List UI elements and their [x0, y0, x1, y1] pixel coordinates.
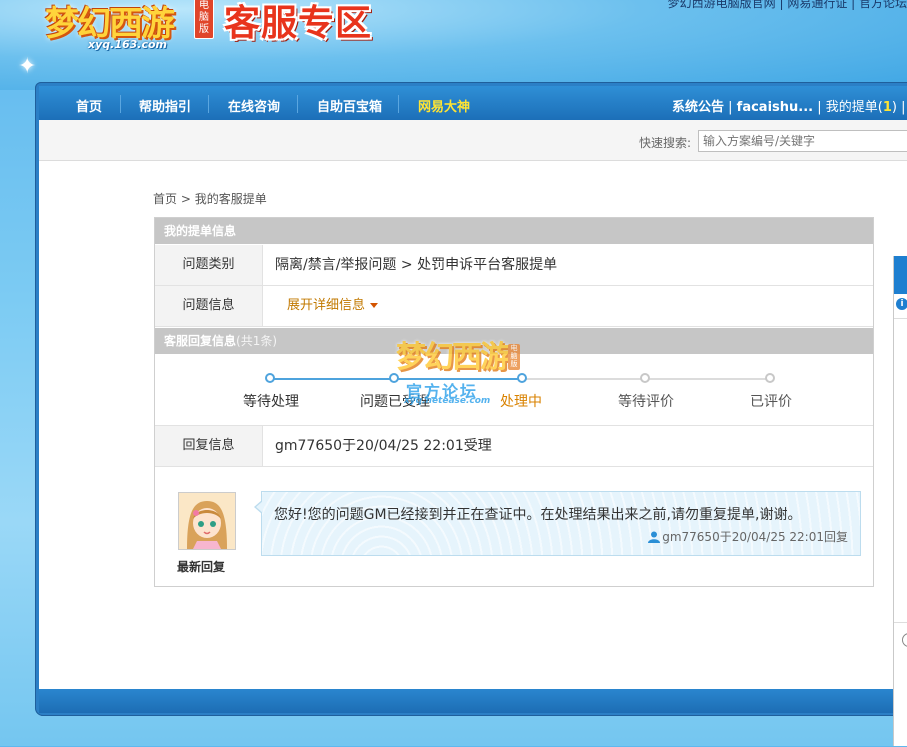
breadcrumb: 首页 > 我的客服提单	[153, 190, 267, 207]
watermark-tag: 电脑版	[508, 344, 520, 370]
search-bar: 快速搜索:	[39, 120, 907, 161]
user-name-link[interactable]: facaishu...	[737, 100, 813, 115]
nav-home[interactable]: 首页	[76, 96, 102, 115]
breadcrumb-home[interactable]: 首页	[153, 192, 177, 206]
latest-reply: 最新回复 您好!您的问题GM已经接到并正在查证中。在处理结果出来之前,请勿重复提…	[155, 468, 873, 586]
watermark-url: xyq.netease.com	[404, 396, 491, 406]
nav-self-service[interactable]: 自助百宝箱	[317, 96, 382, 115]
reply-info-label: 回复信息	[155, 426, 263, 466]
nav-divider	[297, 95, 298, 113]
my-tickets-link[interactable]: 我的提单(1)	[826, 100, 897, 115]
caret-down-icon	[370, 303, 379, 308]
nav-separator: |	[728, 100, 737, 115]
category-label: 问题类别	[155, 245, 263, 285]
search-input[interactable]	[698, 130, 907, 152]
gm-avatar	[178, 492, 236, 550]
reply-meta-text: gm77650于20/04/25 22:01回复	[662, 530, 848, 544]
category-row: 问题类别 隔离/禁言/举报问题 > 处罚申诉平台客服提单	[155, 245, 873, 286]
ticket-count-badge: 1	[882, 100, 892, 115]
watermark-logo: 梦幻西游	[396, 340, 510, 375]
nav-divider	[208, 95, 209, 113]
step-waiting: 等待处理	[243, 394, 299, 410]
info-icon[interactable]: i	[896, 298, 907, 310]
top-banner: 梦幻西游 电脑版 xyq.163.com 客服专区 ✦ 梦幻西游电脑版官网 | …	[0, 0, 907, 90]
breadcrumb-sep: >	[180, 192, 191, 206]
reply-info-value: gm77650于20/04/25 22:01受理	[275, 438, 492, 454]
nav-divider	[398, 95, 399, 113]
nav-right-links: 系统公告 | facaishu... | 我的提单(1) | 短	[672, 96, 907, 115]
reply-meta: gm77650于20/04/25 22:01回复	[648, 528, 848, 545]
reply-info-row: 回复信息 gm77650于20/04/25 22:01受理	[155, 426, 873, 467]
step-dot	[640, 373, 650, 383]
side-widget-header	[894, 256, 907, 294]
reply-bubble: 您好!您的问题GM已经接到并正在查证中。在处理结果出来之前,请勿重复提单,谢谢。…	[254, 491, 861, 556]
step-await-review: 等待评价	[618, 394, 674, 410]
user-icon	[648, 531, 661, 543]
nav-netease-dashen[interactable]: 网易大神	[418, 96, 470, 115]
category-value: 隔离/禁言/举报问题 > 处罚申诉平台客服提单	[275, 257, 558, 273]
breadcrumb-current: 我的客服提单	[194, 192, 267, 206]
system-notice-link[interactable]: 系统公告	[672, 100, 724, 115]
search-label: 快速搜索:	[639, 136, 692, 150]
footer-band	[39, 689, 907, 713]
expand-details-button[interactable]: 展开详细信息	[287, 286, 379, 326]
logo-version-tag: 电脑版	[194, 0, 214, 39]
nav-online-consult[interactable]: 在线咨询	[228, 96, 280, 115]
step-reviewed: 已评价	[750, 394, 792, 410]
side-widget[interactable]: i	[893, 256, 907, 746]
nav-divider	[120, 95, 121, 113]
reply-header-title: 客服回复信息	[164, 334, 237, 348]
main-nav: 首页 帮助指引 在线咨询 自助百宝箱 网易大神 系统公告 | facaishu.…	[39, 86, 907, 120]
reply-count: (共1条)	[236, 334, 278, 348]
nav-separator: |	[901, 100, 906, 115]
side-widget-footer	[894, 622, 907, 747]
logo-url: xyq.163.com	[88, 38, 167, 51]
latest-reply-caption: 最新回复	[177, 560, 226, 574]
nav-help-guide[interactable]: 帮助指引	[139, 96, 191, 115]
forum-watermark: 梦幻西游 电脑版 官方论坛 xyq.netease.com	[388, 332, 528, 410]
divider	[894, 318, 907, 319]
ticket-info-header: 我的提单信息	[155, 218, 873, 244]
issue-info-row: 问题信息 展开详细信息	[155, 286, 873, 327]
step-dot	[265, 373, 275, 383]
circle-icon[interactable]	[902, 633, 907, 647]
issue-info-label: 问题信息	[155, 286, 263, 326]
top-links[interactable]: 梦幻西游电脑版官网 | 网易通行证 | 官方论坛	[668, 0, 907, 11]
page-title: 客服专区	[224, 3, 373, 44]
nav-separator: |	[817, 100, 826, 115]
reply-message: 您好!您的问题GM已经接到并正在查证中。在处理结果出来之前,请勿重复提单,谢谢。	[274, 507, 802, 523]
expand-details-label: 展开详细信息	[287, 298, 366, 313]
sparkle-icon: ✦	[18, 54, 37, 79]
my-tickets-label: 我的提单	[825, 100, 878, 115]
step-dot	[765, 373, 775, 383]
